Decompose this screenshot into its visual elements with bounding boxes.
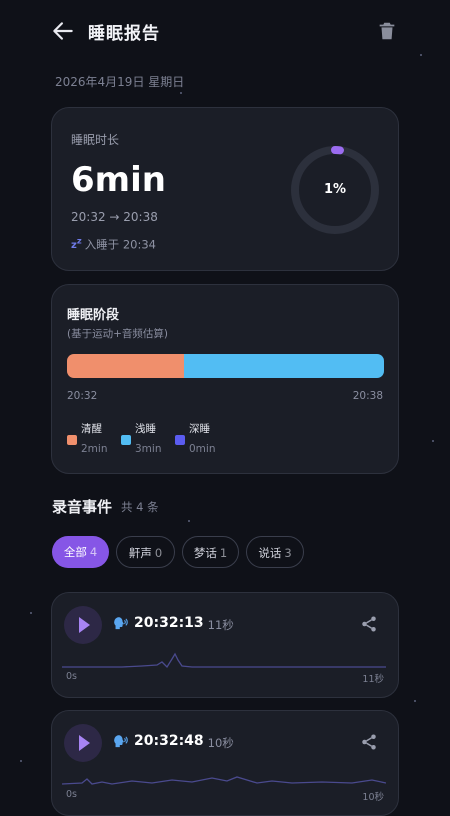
legend-swatch: [67, 435, 77, 445]
app-header: 睡眠报告: [0, 0, 450, 62]
stage-segment-awake: [67, 354, 185, 378]
play-icon: [79, 735, 90, 751]
share-icon[interactable]: [360, 733, 378, 751]
time-range: 20:32 → 20:38: [71, 210, 158, 224]
waveform-start: 0s: [66, 789, 77, 800]
legend-value: 2min: [81, 443, 108, 455]
trash-icon[interactable]: [376, 20, 398, 42]
filter-chip-sleeptalk[interactable]: 梦话 1: [182, 536, 239, 568]
speaking-head-icon: [114, 617, 128, 630]
duration-value: 6min: [71, 160, 166, 200]
page-title: 睡眠报告: [88, 24, 160, 44]
legend-name: 深睡: [189, 423, 210, 435]
waveform: [62, 776, 386, 785]
recording-card[interactable]: 20:32:13 · 11秒 0s 11秒: [51, 592, 399, 698]
legend-swatch: [175, 435, 185, 445]
speaking-head-icon: [114, 735, 128, 748]
play-button[interactable]: [64, 606, 102, 644]
filter-chip-snore[interactable]: 鼾声 0: [116, 536, 175, 568]
timeline-end-time: 20:38: [352, 390, 383, 402]
recording-time: 20:32:13: [134, 615, 204, 631]
filter-chip-talk[interactable]: 说话 3: [246, 536, 304, 568]
recording-time: 20:32:48: [134, 733, 204, 749]
legend-swatch: [121, 435, 131, 445]
sleep-stages-card: 睡眠阶段 (基于运动+音频估算) 20:32 20:38 清醒 2min 浅睡 …: [51, 284, 399, 474]
zzz-icon: zz: [71, 236, 82, 252]
back-arrow-icon[interactable]: [50, 18, 76, 44]
stages-title: 睡眠阶段: [67, 308, 120, 323]
efficiency-percent: 1%: [323, 182, 347, 197]
recording-duration: · 11秒: [198, 618, 234, 632]
play-icon: [79, 617, 90, 633]
recording-card[interactable]: 20:32:48 · 10秒 0s 10秒: [51, 710, 399, 816]
legend-name: 清醒: [81, 423, 102, 435]
filter-chip-all[interactable]: 全部 4: [52, 536, 109, 568]
legend-name: 浅睡: [135, 423, 156, 435]
events-title: 录音事件: [52, 498, 113, 516]
share-icon[interactable]: [360, 615, 378, 633]
legend-value: 0min: [189, 443, 216, 455]
waveform-start: 0s: [66, 671, 77, 682]
stages-subtitle: (基于运动+音频估算): [67, 328, 168, 340]
sleep-duration-card: 睡眠时长 6min 20:32 → 20:38 zz 入睡于 20:34 1%: [51, 107, 399, 271]
timeline-start-time: 20:32: [67, 390, 98, 402]
waveform-end: 11秒: [362, 674, 384, 685]
waveform: [62, 652, 386, 669]
waveform-end: 10秒: [362, 792, 384, 803]
legend-value: 3min: [135, 443, 162, 455]
duration-label: 睡眠时长: [71, 133, 120, 147]
stage-timeline-bar: [67, 354, 384, 378]
play-button[interactable]: [64, 724, 102, 762]
stage-segment-light: [184, 354, 384, 378]
fall-asleep-time: zz 入睡于 20:34: [71, 236, 156, 252]
recording-duration: · 10秒: [198, 736, 234, 750]
report-date: 2026年4月19日 星期日: [55, 75, 185, 89]
events-count: 共 4 条: [121, 500, 159, 514]
